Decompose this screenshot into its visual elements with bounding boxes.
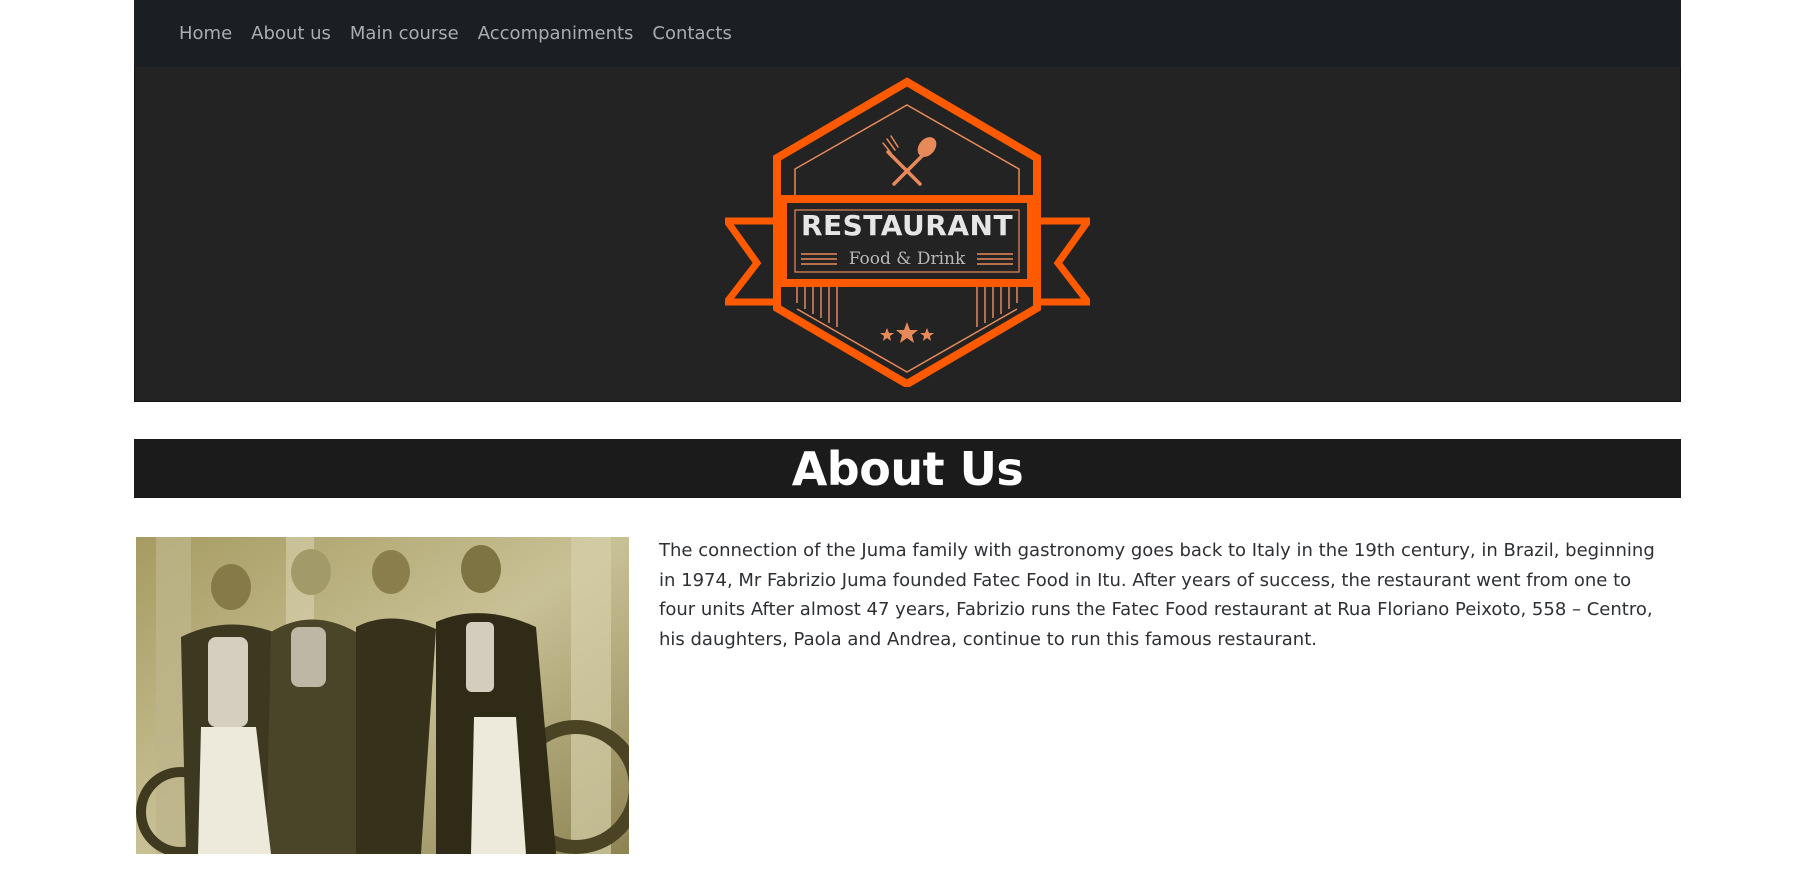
about-heading-bar: About Us (134, 439, 1681, 498)
nav-link-home[interactable]: Home (179, 23, 232, 44)
nav-list: Home About us Main course Accompaniments… (179, 22, 751, 46)
logo-subtitle: Food & Drink (849, 249, 966, 269)
top-navbar: Home About us Main course Accompaniments… (134, 0, 1681, 67)
logo-title: RESTAURANT (801, 209, 1013, 242)
nav-link-contacts[interactable]: Contacts (652, 23, 731, 44)
nav-link-about-us[interactable]: About us (251, 23, 331, 44)
about-heading: About Us (791, 442, 1024, 496)
hero-banner: RESTAURANT Food & Drink (134, 67, 1681, 402)
restaurant-logo: RESTAURANT Food & Drink (725, 77, 1090, 387)
nav-link-main-course[interactable]: Main course (350, 23, 459, 44)
vintage-staff-photo (136, 537, 629, 854)
about-paragraph: The connection of the Juma family with g… (659, 540, 1655, 650)
nav-link-accompaniments[interactable]: Accompaniments (478, 23, 634, 44)
